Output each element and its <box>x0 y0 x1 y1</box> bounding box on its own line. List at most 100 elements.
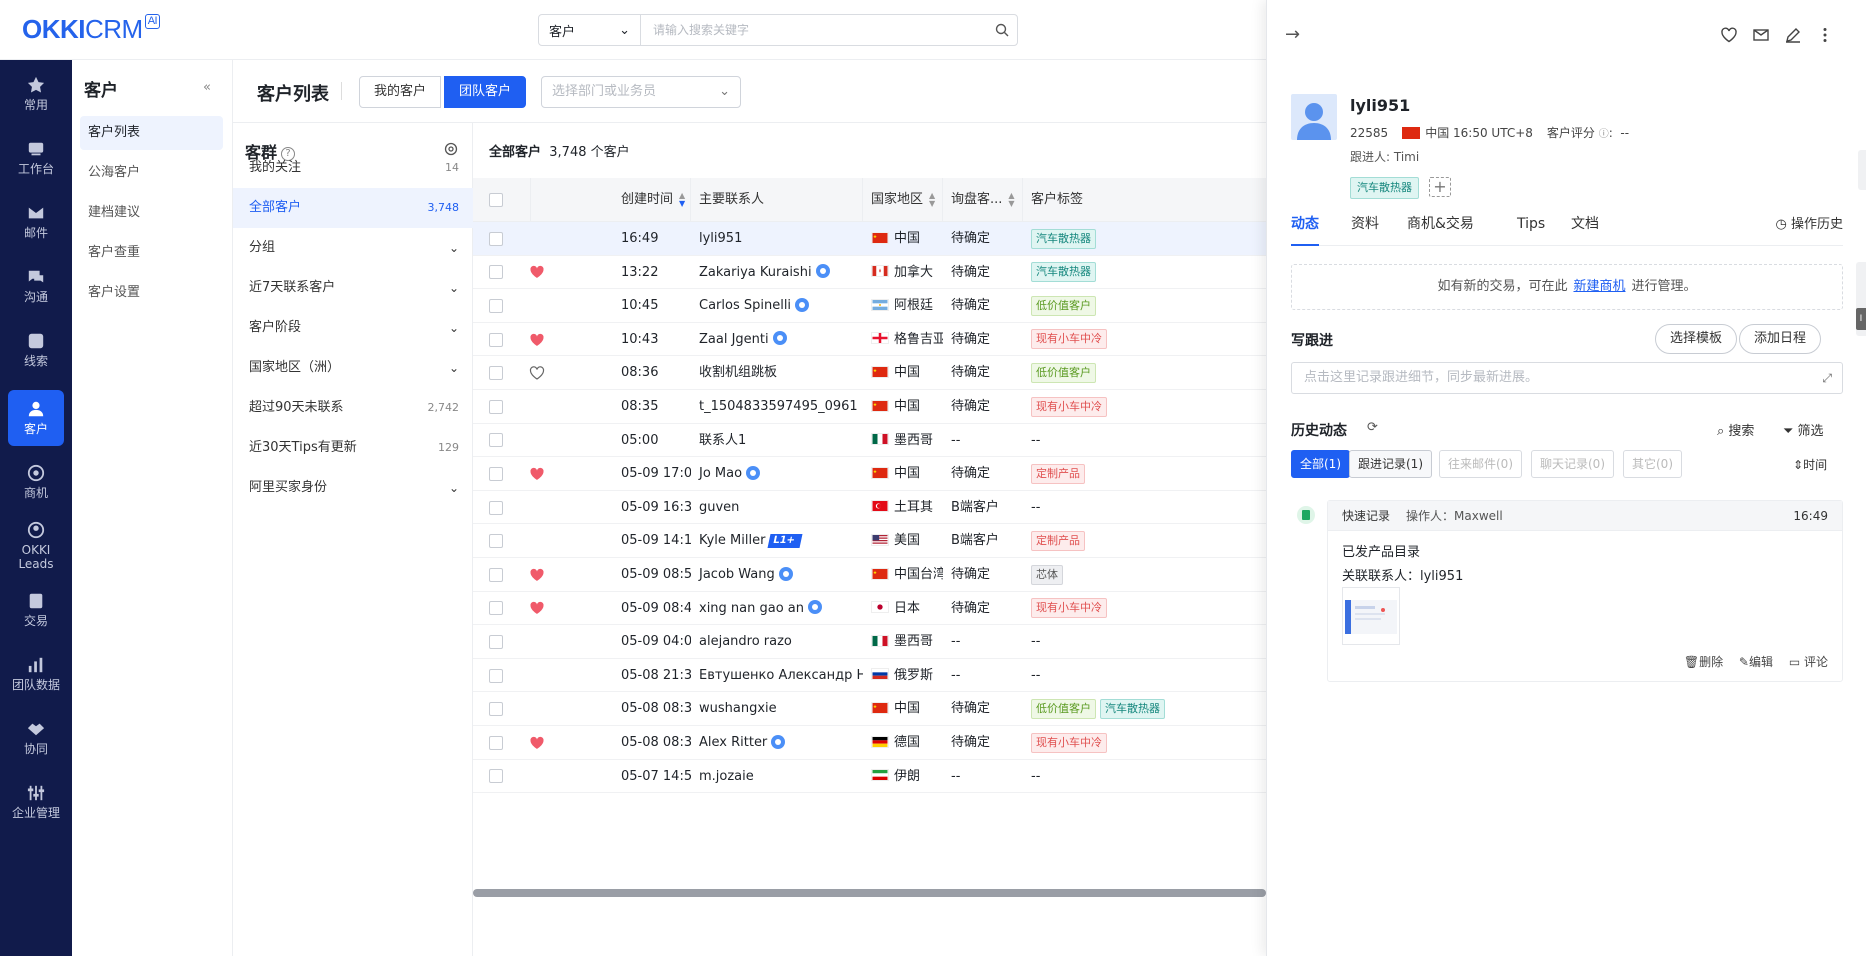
group-item[interactable]: 全部客户 3,748 <box>233 188 473 228</box>
nav-item-leads[interactable]: 线索 <box>8 322 64 378</box>
chip-other[interactable]: 其它(0) <box>1623 450 1682 478</box>
horizontal-scrollbar[interactable] <box>473 889 1266 897</box>
table-row[interactable]: 05-07 14:55 m.jozaie 伊朗 -- -- <box>473 759 1266 794</box>
table-row[interactable]: 05-09 14:10Kyle MillerL1+美国B端客户定制产品 <box>473 524 1266 558</box>
group-item[interactable]: 近7天联系客户 ⌄ <box>233 268 473 308</box>
table-row[interactable]: 16:49 lyli951 中国 待确定 汽车散热器 <box>473 222 1266 256</box>
cell-main-contact[interactable]: Carlos Spinelli <box>691 289 863 323</box>
sort-icon[interactable]: ▲ ▼ <box>1008 191 1014 208</box>
more-vertical-icon[interactable] <box>1816 26 1834 44</box>
table-row[interactable]: 13:22 Zakariya Kuraishi 加拿大 待确定 汽车散热器 <box>473 255 1266 290</box>
row-checkbox[interactable] <box>489 433 503 448</box>
cell-main-contact[interactable]: lyli951 <box>691 222 863 256</box>
row-checkbox[interactable] <box>489 634 503 649</box>
group-item[interactable]: 分组 ⌄ <box>233 228 473 268</box>
nav-item-collaboration[interactable]: 协同 <box>8 710 64 766</box>
row-checkbox[interactable] <box>489 466 503 481</box>
close-drawer-arrow-icon[interactable]: → <box>1285 24 1300 45</box>
expand-icon[interactable]: ⤢ <box>1822 363 1832 393</box>
nav-item-deals[interactable]: 交易 <box>8 582 64 638</box>
tab-tips[interactable]: Tips <box>1517 210 1545 246</box>
table-row[interactable]: 05-09 04:04 alejandro razo 墨西哥 -- -- <box>473 625 1266 659</box>
table-row[interactable]: 05-09 08:51 Jacob Wang 中国台湾待确定 芯体 <box>473 558 1266 592</box>
side-tab-handle[interactable] <box>1858 150 1866 190</box>
row-checkbox[interactable] <box>489 399 503 414</box>
subnav-item-public-pool[interactable]: 公海客户 <box>80 156 223 190</box>
delete-record-button[interactable]: 🗑删除 <box>1684 655 1723 669</box>
table-row[interactable]: 08:35 t_1504833597495_0961 中国 待确定 现有小车中冷 <box>473 390 1266 424</box>
header-created-time[interactable]: 创建时间 ▲ ▼ <box>613 178 691 222</box>
add-schedule-button[interactable]: 添加日程 <box>1739 324 1822 354</box>
search-icon[interactable] <box>987 23 1017 37</box>
operation-history-link[interactable]: ◷ 操作历史 <box>1776 210 1844 240</box>
row-checkbox[interactable] <box>489 735 503 750</box>
header-country[interactable]: 国家地区 ▲ ▼ <box>863 178 943 222</box>
heart-outline-icon[interactable] <box>1720 26 1738 44</box>
okki-crm-logo[interactable]: OKKICRM AI <box>22 14 161 45</box>
cell-main-contact[interactable]: t_1504833597495_0961 <box>691 390 863 424</box>
team-customers-toggle[interactable]: 团队客户 <box>444 76 527 108</box>
attachment-thumbnail[interactable] <box>1342 587 1400 645</box>
row-checkbox[interactable] <box>489 769 503 784</box>
nav-item-okki-leads[interactable]: OKKI Leads <box>8 514 64 578</box>
group-item[interactable]: 国家地区（洲） ⌄ <box>233 348 473 388</box>
nav-item-enterprise-admin[interactable]: 企业管理 <box>8 774 64 830</box>
cell-main-contact[interactable]: xing nan gao an <box>691 592 863 626</box>
tab-documents[interactable]: 文档 <box>1571 210 1599 246</box>
chip-all[interactable]: 全部(1) <box>1291 450 1350 478</box>
cell-main-contact[interactable]: Jo Mao <box>691 457 863 491</box>
table-row[interactable]: 05-08 08:37 wushangxie 中国 待确定 低价值客户汽车散热器 <box>473 692 1266 726</box>
group-item[interactable]: 超过90天未联系 2,742 <box>233 388 473 428</box>
search-input[interactable] <box>641 16 987 44</box>
table-row[interactable]: 05-09 16:35 guven 土耳其 B端客户 -- <box>473 490 1266 525</box>
table-row[interactable]: 10:45 Carlos Spinelli 阿根廷 待确定 低价值客户 <box>473 289 1266 323</box>
table-row[interactable]: 08:36 收割机组跳板 中国 待确定 低价值客户 <box>473 356 1266 390</box>
subnav-item-customer-list[interactable]: 客户列表 <box>80 116 223 150</box>
row-checkbox[interactable] <box>489 332 503 347</box>
tab-opportunities-deals[interactable]: 商机&交易 <box>1407 210 1474 246</box>
group-item[interactable]: 我的关注 14 <box>233 148 473 188</box>
heart-filled-icon[interactable] <box>529 600 545 616</box>
header-inquiry-status[interactable]: 询盘客... ▲ ▼ <box>943 178 1023 222</box>
cell-main-contact[interactable]: m.jozaie <box>691 760 863 794</box>
row-checkbox[interactable] <box>489 534 503 549</box>
chevron-down-icon[interactable]: ⌄ <box>449 308 459 348</box>
cell-main-contact[interactable]: Zaal Jgenti <box>691 323 863 357</box>
heart-filled-icon[interactable] <box>529 264 545 280</box>
table-row[interactable]: 05:00 联系人1 墨西哥 -- -- <box>473 423 1266 458</box>
select-template-button[interactable]: 选择模板 <box>1655 324 1738 354</box>
row-checkbox[interactable] <box>489 500 503 515</box>
collapse-icon[interactable]: « <box>203 80 211 95</box>
row-checkbox[interactable] <box>489 298 503 313</box>
group-item[interactable]: 客户阶段 ⌄ <box>233 308 473 348</box>
subnav-item-filing-suggestions[interactable]: 建档建议 <box>80 196 223 230</box>
row-checkbox[interactable] <box>489 668 503 683</box>
table-row[interactable]: 05-08 08:33 Alex Ritter 德国 待确定 现有小车中冷 <box>473 726 1266 760</box>
cell-main-contact[interactable]: Alex Ritter <box>691 726 863 760</box>
followup-input[interactable]: 点击这里记录跟进细节，同步最新进展。 ⤢ <box>1291 362 1843 394</box>
select-all-checkbox[interactable] <box>489 193 503 207</box>
search-type-select[interactable]: 客户 ⌄ <box>539 15 641 45</box>
cell-main-contact[interactable]: 联系人1 <box>691 424 863 458</box>
cell-main-contact[interactable]: alejandro razo <box>691 625 863 659</box>
row-checkbox[interactable] <box>489 601 503 616</box>
chevron-down-icon[interactable]: ⌄ <box>449 348 459 388</box>
chevron-down-icon[interactable]: ⌄ <box>449 468 459 508</box>
nav-item-customers[interactable]: 客户 <box>8 390 64 446</box>
cell-main-contact[interactable]: wushangxie <box>691 692 863 726</box>
cell-main-contact[interactable]: 收割机组跳板 <box>691 356 863 390</box>
heart-outline-icon[interactable] <box>529 365 545 381</box>
heart-filled-icon[interactable] <box>529 332 545 348</box>
row-checkbox[interactable] <box>489 567 503 582</box>
side-tab-badge[interactable]: I <box>1856 308 1866 330</box>
chip-followup-records[interactable]: 跟进记录(1) <box>1349 450 1432 478</box>
nav-item-favorites[interactable]: 常用 <box>8 66 64 122</box>
chevron-down-icon[interactable]: ⌄ <box>449 228 459 268</box>
nav-item-mail[interactable]: 邮件 <box>8 194 64 250</box>
cell-main-contact[interactable]: Евтушенко Александр Н... <box>691 659 863 693</box>
refresh-icon[interactable]: ⟳ <box>1367 420 1378 435</box>
cell-main-contact[interactable]: Kyle Miller L1+ <box>691 524 863 558</box>
table-row[interactable]: 05-09 17:02 Jo Mao 中国 待确定 定制产品 <box>473 457 1266 491</box>
sort-icon[interactable]: ▲ ▼ <box>929 191 935 208</box>
history-filter-button[interactable]: ⏷ 筛选 <box>1783 420 1824 439</box>
